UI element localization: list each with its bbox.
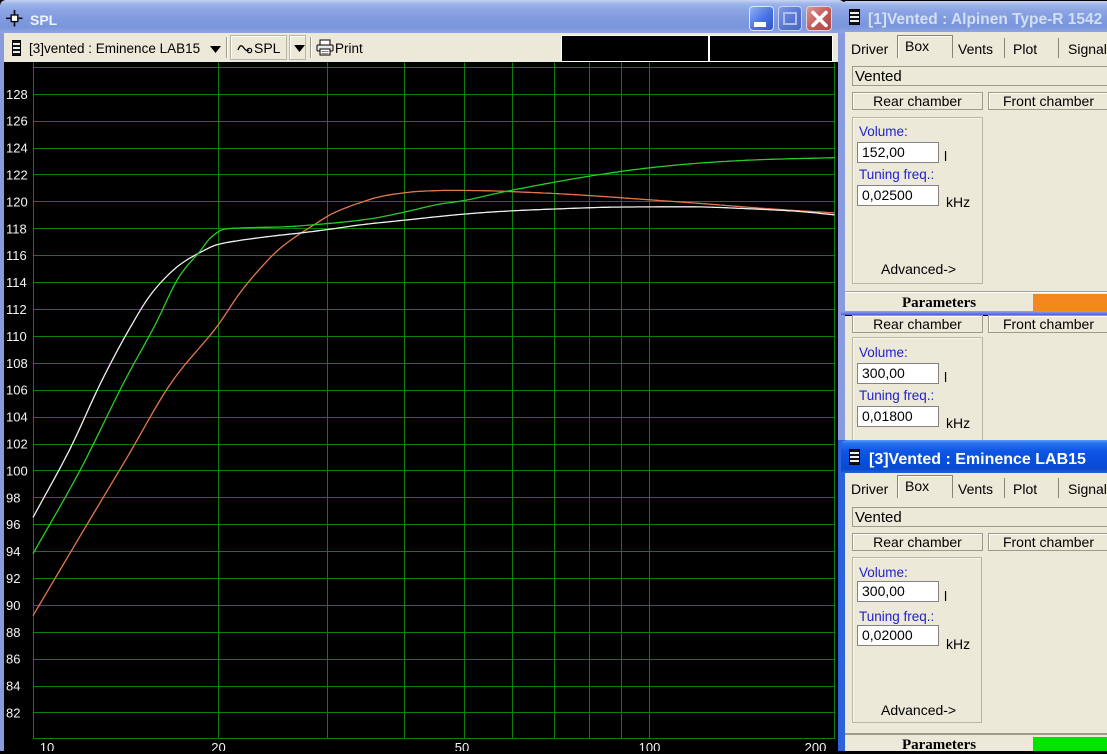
svg-text:90: 90 [6,598,20,613]
svg-text:116: 116 [6,248,27,263]
svg-text:110: 110 [6,329,27,344]
svg-text:124: 124 [6,141,28,156]
svg-text:112: 112 [6,302,27,317]
svg-text:114: 114 [6,275,27,290]
svg-text:100: 100 [639,740,661,751]
svg-text:108: 108 [6,356,28,371]
svg-text:126: 126 [6,114,28,129]
svg-text:82: 82 [6,706,20,721]
svg-text:128: 128 [6,87,28,102]
svg-text:50: 50 [455,740,469,751]
svg-text:98: 98 [6,490,20,505]
svg-text:86: 86 [6,652,20,667]
svg-text:122: 122 [6,168,28,183]
svg-text:94: 94 [6,544,20,559]
svg-text:96: 96 [6,517,20,532]
svg-text:118: 118 [6,221,27,236]
svg-text:88: 88 [6,625,20,640]
svg-text:102: 102 [6,437,28,452]
svg-text:104: 104 [6,410,28,425]
svg-text:84: 84 [6,679,20,694]
svg-text:200: 200 [805,740,827,751]
svg-text:20: 20 [211,740,225,751]
svg-text:92: 92 [6,571,20,586]
svg-text:120: 120 [6,194,28,209]
svg-text:100: 100 [6,463,28,478]
svg-text:106: 106 [6,383,28,398]
svg-text:10: 10 [40,740,54,751]
